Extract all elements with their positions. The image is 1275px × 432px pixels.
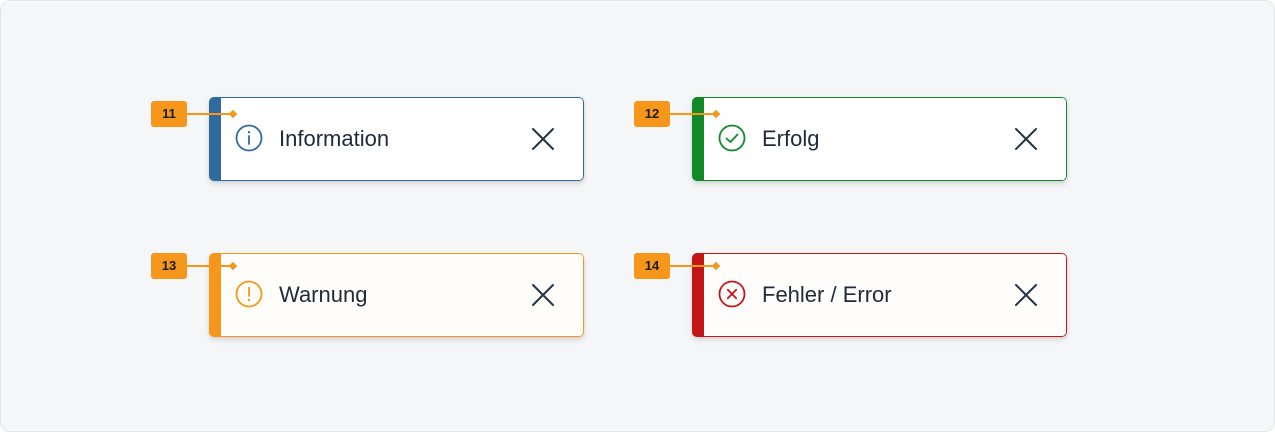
callout-badge: 11 [151, 101, 187, 127]
toast-success: Erfolg [692, 97, 1067, 181]
callout-leader-line [187, 265, 233, 267]
info-icon [235, 124, 263, 152]
close-icon[interactable] [530, 126, 556, 152]
check-circle-icon [718, 124, 746, 152]
callout-badge: 14 [634, 253, 670, 279]
error-circle-icon [718, 280, 746, 308]
toast-message: Warnung [279, 282, 368, 307]
callout-leader-line [187, 113, 233, 115]
close-icon[interactable] [530, 282, 556, 308]
warning-icon [235, 280, 263, 308]
canvas: Information Erfolg Warnung Fehler / Erro… [0, 0, 1275, 432]
close-icon[interactable] [1013, 282, 1039, 308]
callout-leader-line [670, 265, 716, 267]
toast-warning: Warnung [209, 253, 584, 337]
toast-message: Fehler / Error [762, 282, 892, 307]
callout-badge: 13 [151, 253, 187, 279]
callout-leader-line [670, 113, 716, 115]
toast-message: Information [279, 126, 390, 151]
toast-info: Information [209, 97, 584, 181]
toast-error: Fehler / Error [692, 253, 1067, 337]
callout-badge: 12 [634, 101, 670, 127]
toast-message: Erfolg [762, 126, 820, 151]
close-icon[interactable] [1013, 126, 1039, 152]
